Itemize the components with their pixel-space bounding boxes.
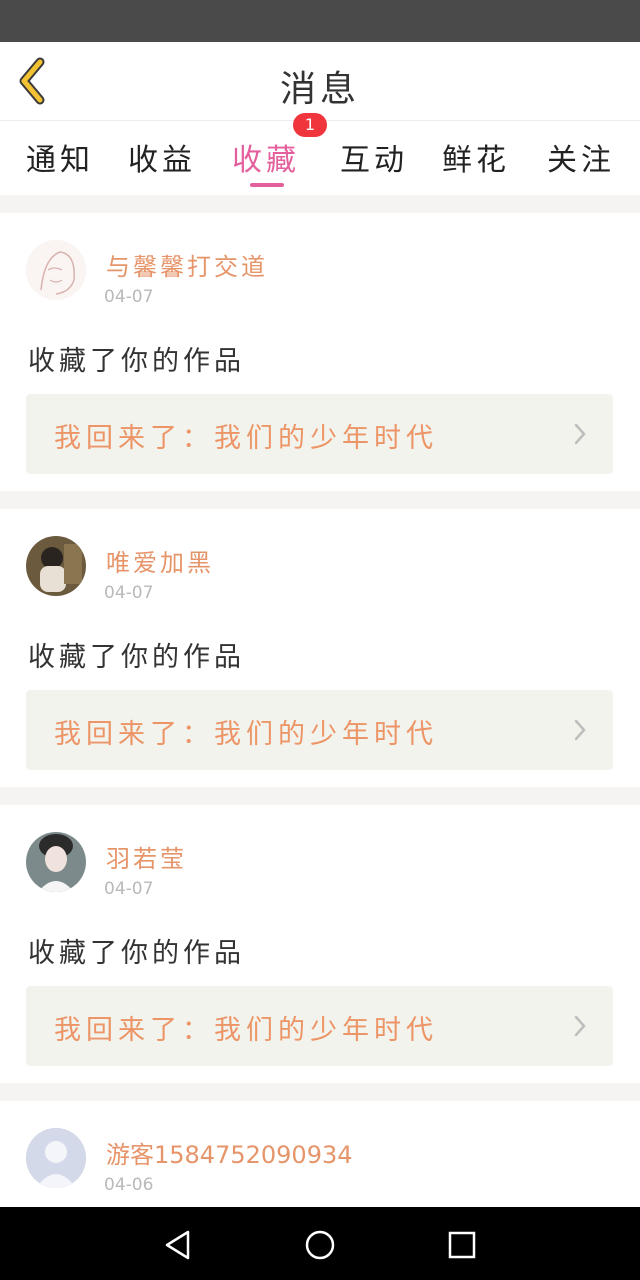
- system-nav-bar: [0, 1207, 640, 1280]
- message-date: 04-07: [104, 879, 154, 899]
- action-text: 收藏了你的作品: [28, 938, 245, 969]
- tab-notifications[interactable]: 通知: [10, 135, 110, 191]
- message-card: 与馨馨打交道 04-07 收藏了你的作品 我回来了：我们的少年时代: [0, 213, 640, 491]
- tab-label: 收益: [128, 143, 196, 178]
- tab-label: 鲜花: [442, 143, 510, 178]
- username[interactable]: 游客1584752090934: [106, 1135, 353, 1170]
- message-date: 04-07: [104, 583, 154, 603]
- divider: [0, 491, 640, 509]
- avatar-image: [26, 832, 86, 892]
- tab-interactions[interactable]: 互动: [324, 135, 424, 191]
- nav-recent-button[interactable]: [442, 1225, 482, 1265]
- username[interactable]: 唯爱加黑: [106, 543, 214, 578]
- square-recent-icon: [448, 1231, 476, 1259]
- avatar[interactable]: [26, 240, 86, 300]
- divider: [0, 1083, 640, 1101]
- tab-earnings[interactable]: 收益: [112, 135, 212, 191]
- circle-home-icon: [305, 1230, 335, 1260]
- status-bar: [0, 0, 640, 42]
- action-text: 收藏了你的作品: [28, 642, 245, 673]
- work-link[interactable]: 我回来了：我们的少年时代: [26, 986, 613, 1066]
- tab-follows[interactable]: 关注: [531, 135, 631, 191]
- avatar[interactable]: [26, 832, 86, 892]
- tab-flowers[interactable]: 鲜花: [426, 135, 526, 191]
- avatar-image: [26, 240, 86, 300]
- work-title: 我回来了：我们的少年时代: [54, 1015, 438, 1046]
- avatar[interactable]: [26, 536, 86, 596]
- work-link[interactable]: 我回来了：我们的少年时代: [26, 690, 613, 770]
- tab-label: 通知: [26, 143, 94, 178]
- unread-badge: 1: [293, 113, 327, 137]
- nav-back-button[interactable]: [158, 1225, 198, 1265]
- divider: [0, 195, 640, 213]
- tab-label: 关注: [547, 143, 615, 178]
- message-date: 04-06: [104, 1175, 154, 1195]
- avatar[interactable]: [26, 1128, 86, 1188]
- message-card: 游客1584752090934 04-06: [0, 1101, 640, 1207]
- chevron-right-icon: [574, 423, 586, 445]
- message-card: 羽若莹 04-07 收藏了你的作品 我回来了：我们的少年时代: [0, 805, 640, 1083]
- triangle-back-icon: [165, 1230, 190, 1260]
- tab-label: 互动: [340, 143, 408, 178]
- default-avatar-icon: [26, 1128, 86, 1188]
- divider: [0, 787, 640, 805]
- tab-label: 收藏: [232, 143, 300, 178]
- header: 消息: [0, 42, 640, 121]
- action-text: 收藏了你的作品: [28, 346, 245, 377]
- active-tab-indicator: [250, 183, 284, 187]
- message-card: 唯爱加黑 04-07 收藏了你的作品 我回来了：我们的少年时代: [0, 509, 640, 787]
- chevron-right-icon: [574, 719, 586, 741]
- avatar-image: [26, 536, 86, 596]
- page-title: 消息: [279, 69, 360, 110]
- username[interactable]: 与馨馨打交道: [106, 247, 268, 282]
- username[interactable]: 羽若莹: [106, 839, 187, 874]
- work-title: 我回来了：我们的少年时代: [54, 423, 438, 454]
- chevron-right-icon: [574, 1015, 586, 1037]
- message-date: 04-07: [104, 287, 154, 307]
- nav-home-button[interactable]: [300, 1225, 340, 1265]
- work-link[interactable]: 我回来了：我们的少年时代: [26, 394, 613, 474]
- work-title: 我回来了：我们的少年时代: [54, 719, 438, 750]
- tab-favorites[interactable]: 收藏: [216, 135, 316, 191]
